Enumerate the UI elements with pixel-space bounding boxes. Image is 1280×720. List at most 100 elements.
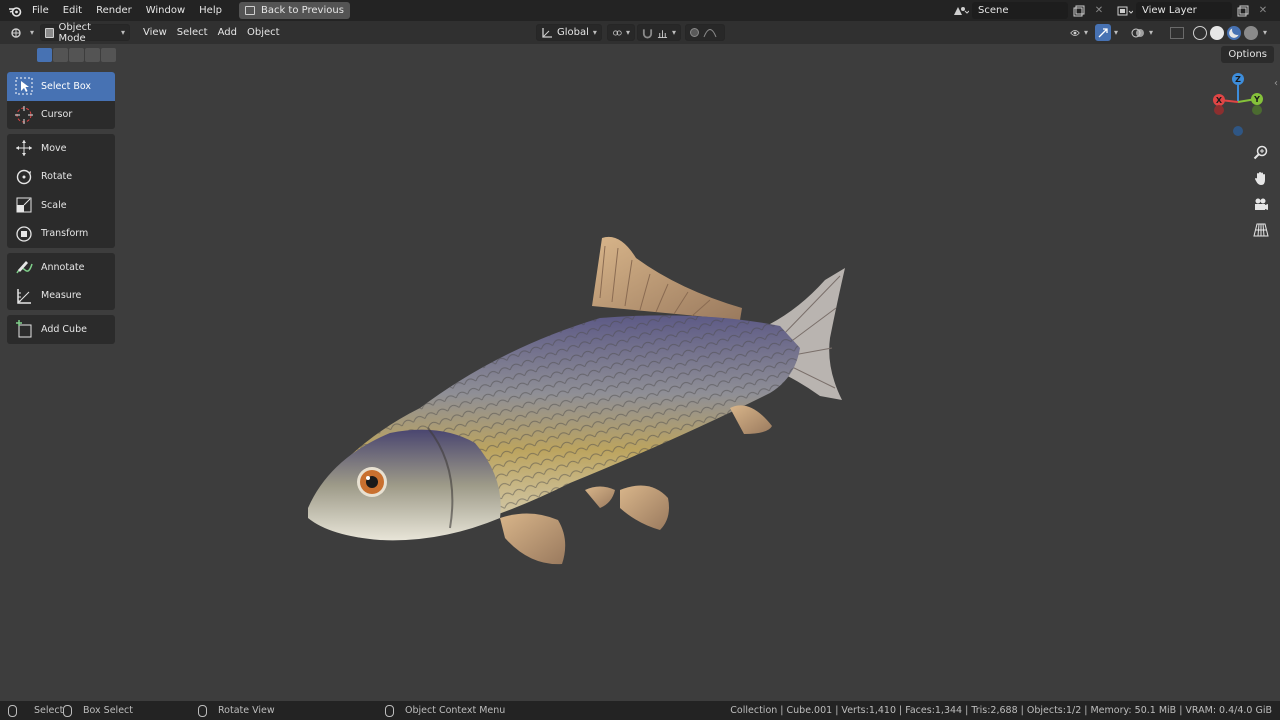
scene-icon[interactable] bbox=[952, 2, 970, 19]
options-dropdown[interactable]: Options bbox=[1221, 46, 1274, 63]
zoom-icon[interactable] bbox=[1250, 141, 1272, 163]
tool-transform[interactable]: Transform bbox=[7, 220, 115, 249]
tool-label: Rotate bbox=[41, 171, 73, 183]
back-to-previous-button[interactable]: Back to Previous bbox=[238, 2, 350, 19]
tool-annotate[interactable]: Annotate bbox=[7, 253, 115, 282]
object-menu[interactable]: Object bbox=[242, 24, 285, 41]
view-layer-icon[interactable] bbox=[1116, 2, 1134, 19]
add-cube-icon bbox=[7, 315, 41, 343]
menu-edit[interactable]: Edit bbox=[56, 0, 89, 21]
proportional-editing-icon bbox=[690, 28, 699, 37]
status-context-menu: Object Context Menu bbox=[385, 701, 505, 720]
tool-scale[interactable]: Scale bbox=[7, 191, 115, 220]
back-to-previous-label: Back to Previous bbox=[260, 5, 344, 16]
xray-toggle-icon[interactable] bbox=[1170, 26, 1185, 39]
tool-group-add: Add Cube bbox=[7, 315, 115, 344]
editor-type-button[interactable]: ▾ bbox=[6, 24, 38, 41]
gizmo-z-label: Z bbox=[1235, 75, 1241, 84]
mouse-middle-icon bbox=[198, 704, 207, 717]
visibility-dropdown[interactable]: ▾ bbox=[1066, 24, 1092, 41]
status-select: Select bbox=[8, 701, 63, 720]
status-box-select: Box Select bbox=[63, 701, 133, 720]
add-menu[interactable]: Add bbox=[213, 24, 242, 41]
set-selection-icon[interactable] bbox=[37, 48, 52, 62]
orientation-label: Global bbox=[557, 27, 589, 38]
tool-measure[interactable]: Measure bbox=[7, 282, 115, 311]
tool-label: Move bbox=[41, 142, 67, 154]
mouse-drag-icon bbox=[63, 704, 72, 717]
delete-scene-icon[interactable]: ✕ bbox=[1090, 2, 1108, 19]
chevron-down-icon: ▾ bbox=[30, 28, 35, 37]
tool-label: Cursor bbox=[41, 109, 73, 121]
status-box-select-label: Box Select bbox=[83, 705, 133, 716]
pivot-point-dropdown[interactable]: ▾ bbox=[607, 24, 635, 41]
pivot-icon bbox=[613, 30, 622, 35]
new-view-layer-icon[interactable] bbox=[1234, 2, 1252, 19]
invert-selection-icon[interactable] bbox=[85, 48, 100, 62]
chevron-down-icon: ▾ bbox=[1149, 28, 1154, 37]
gizmo-x-label: X bbox=[1216, 96, 1223, 105]
tool-label: Add Cube bbox=[41, 323, 87, 335]
extend-selection-icon[interactable] bbox=[53, 48, 68, 62]
menu-window[interactable]: Window bbox=[139, 0, 192, 21]
solid-shading-icon[interactable] bbox=[1210, 25, 1225, 40]
menu-file[interactable]: File bbox=[25, 0, 56, 21]
select-menu[interactable]: Select bbox=[172, 24, 213, 41]
tool-label: Select Box bbox=[41, 80, 91, 92]
wireframe-shading-icon[interactable] bbox=[1193, 25, 1208, 40]
material-preview-icon[interactable] bbox=[1227, 25, 1242, 40]
snapping-group[interactable]: ▾ bbox=[637, 24, 681, 41]
new-scene-icon[interactable] bbox=[1070, 2, 1088, 19]
mode-label: Object Mode bbox=[58, 21, 92, 44]
scale-icon bbox=[7, 191, 41, 219]
perspective-grid-icon[interactable] bbox=[1250, 219, 1272, 241]
mode-dropdown[interactable]: Object Mode ▾ bbox=[40, 21, 131, 44]
magnet-icon bbox=[642, 28, 653, 38]
view-menu[interactable]: View bbox=[138, 24, 172, 41]
delete-view-layer-icon[interactable]: ✕ bbox=[1254, 2, 1272, 19]
proportional-editing-group[interactable] bbox=[685, 24, 725, 41]
view-layer-selector: View Layer ✕ bbox=[1116, 2, 1272, 19]
scene-statistics: Collection | Cube.001 | Verts:1,410 | Fa… bbox=[730, 705, 1272, 716]
scene-selector: Scene ✕ bbox=[952, 2, 1108, 19]
fish-3d-model[interactable] bbox=[300, 228, 850, 570]
view-layer-field[interactable]: View Layer bbox=[1136, 2, 1232, 19]
menu-help[interactable]: Help bbox=[192, 0, 229, 21]
chevron-down-icon[interactable]: ▾ bbox=[1114, 28, 1118, 37]
tool-group-transform: Move Rotate Scale Transform bbox=[7, 134, 115, 248]
tool-add-cube[interactable]: Add Cube bbox=[7, 315, 115, 344]
status-bar: Select Box Select Rotate View Object Con… bbox=[0, 701, 1280, 720]
chevron-down-icon: ▾ bbox=[121, 28, 126, 37]
menu-render[interactable]: Render bbox=[89, 0, 139, 21]
transform-orientation-dropdown[interactable]: Global ▾ bbox=[536, 24, 602, 41]
select-box-icon bbox=[7, 72, 41, 100]
mouse-left-icon bbox=[8, 704, 17, 717]
hand-pan-icon[interactable] bbox=[1250, 167, 1272, 189]
tool-cursor[interactable]: Cursor bbox=[7, 101, 115, 130]
rendered-shading-icon[interactable] bbox=[1244, 25, 1259, 40]
editor-type-icon bbox=[11, 27, 21, 38]
camera-view-icon[interactable] bbox=[1250, 193, 1272, 215]
blender-logo-icon[interactable] bbox=[5, 0, 25, 21]
sidebar-toggle-icon[interactable]: ‹ bbox=[1274, 78, 1278, 89]
snap-increment-icon bbox=[657, 29, 668, 38]
subtract-selection-icon[interactable] bbox=[69, 48, 84, 62]
scene-field[interactable]: Scene bbox=[972, 2, 1068, 19]
intersect-selection-icon[interactable] bbox=[101, 48, 116, 62]
tool-move[interactable]: Move bbox=[7, 134, 115, 163]
gizmo-toggle-button[interactable] bbox=[1095, 24, 1111, 41]
shading-options-chevron-icon[interactable]: ▾ bbox=[1263, 28, 1267, 37]
orientation-icon bbox=[542, 27, 552, 38]
tool-label: Annotate bbox=[41, 261, 85, 273]
viewport-header: ▾ Object Mode ▾ View Select Add Object G… bbox=[0, 21, 1280, 44]
transform-icon bbox=[7, 220, 41, 248]
measure-icon bbox=[7, 282, 41, 310]
viewport-navigation bbox=[1250, 141, 1272, 245]
chevron-down-icon: ▾ bbox=[592, 28, 597, 37]
tool-rotate[interactable]: Rotate bbox=[7, 163, 115, 192]
tool-select-box[interactable]: Select Box bbox=[7, 72, 115, 101]
chevron-down-icon: ▾ bbox=[671, 28, 676, 37]
navigation-gizmo[interactable]: Z Y X bbox=[1208, 70, 1268, 140]
overlays-dropdown[interactable]: ▾ bbox=[1127, 24, 1159, 41]
mouse-right-icon bbox=[385, 704, 394, 717]
